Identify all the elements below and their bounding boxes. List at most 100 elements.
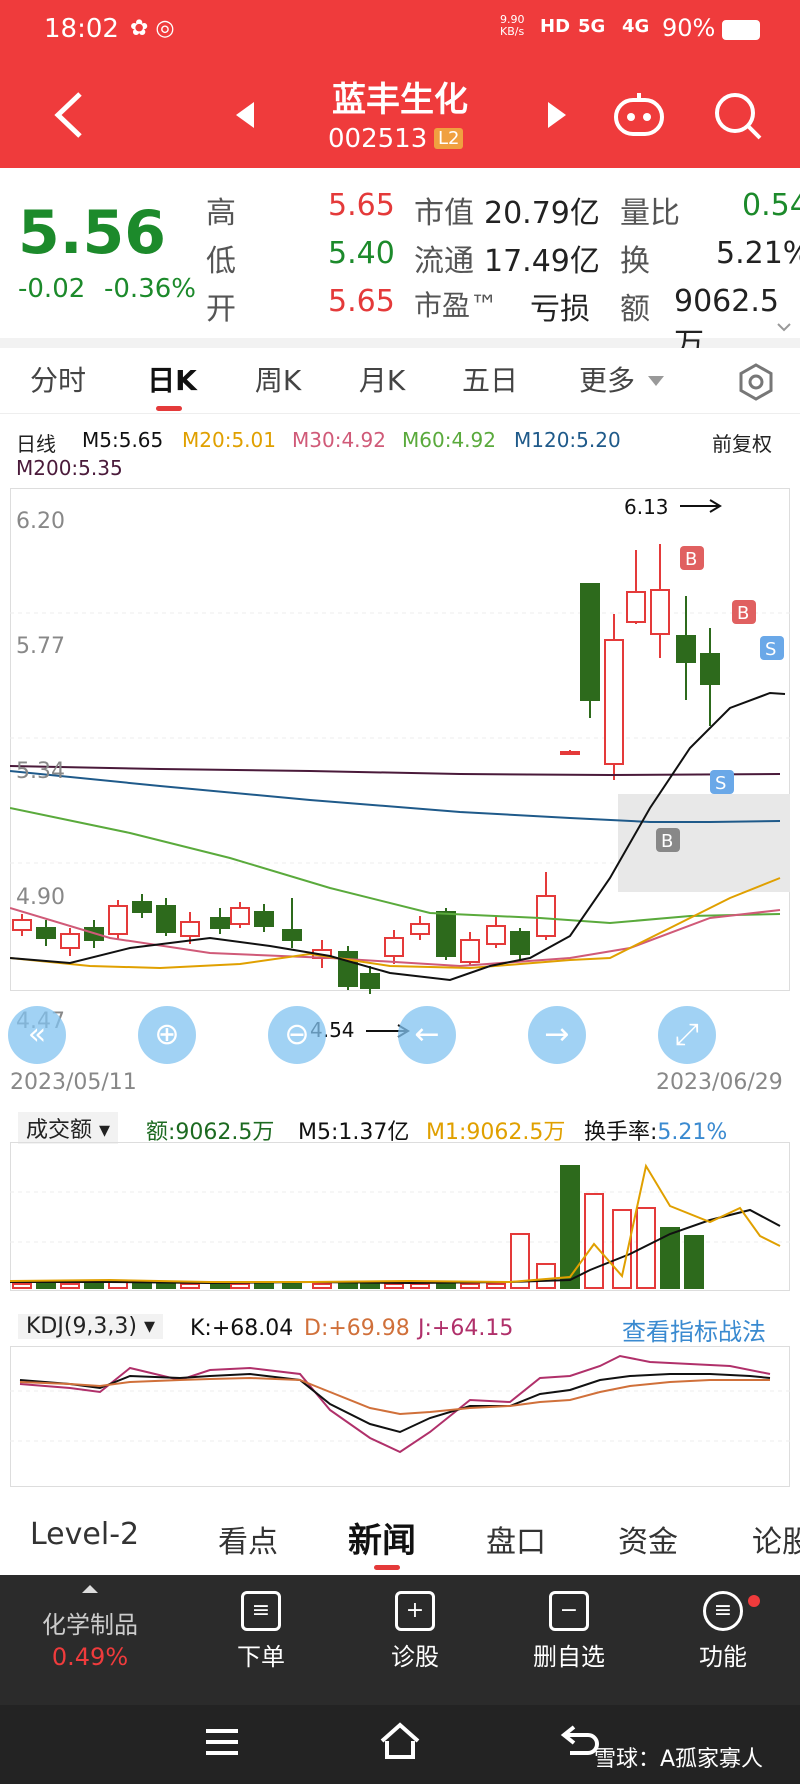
candle-body (60, 933, 80, 949)
quote-panel: 5.56 -0.02 -0.36% 高 低 开 5.65 5.40 5.65 市… (0, 168, 800, 362)
kdj-d-legend: D:+69.98 (304, 1316, 410, 1341)
max-price-label: 6.13 (624, 495, 669, 519)
function-button[interactable]: ≡ 功能 (668, 1591, 778, 1672)
expand-icon[interactable] (776, 322, 792, 332)
candle-body (650, 589, 670, 635)
prev-stock-icon[interactable] (234, 100, 256, 130)
tab-discussion[interactable]: 论股 (752, 1517, 800, 1561)
last-price: 5.56 (18, 198, 167, 268)
period-tabs: 分时 日K 周K 月K 五日 更多 (0, 348, 800, 414)
float-label: 流通 (414, 244, 474, 279)
volume-bar (84, 1283, 104, 1289)
system-nav-bar: 雪球：A孤家寡人 (0, 1705, 800, 1784)
notification-icon: ✿ ◎ (130, 16, 175, 41)
diagnose-button[interactable]: + 诊股 (360, 1591, 470, 1672)
y-tick-label: 5.77 (16, 634, 65, 659)
volume-bar (536, 1263, 556, 1289)
volume-bar (156, 1283, 176, 1289)
tab-highlights[interactable]: 看点 (218, 1517, 278, 1561)
active-content-tab-indicator (374, 1565, 400, 1570)
order-button[interactable]: ≡ 下单 (206, 1591, 316, 1672)
bottom-action-bar: 化学制品 0.49% ≡ 下单 + 诊股 − 删自选 ≡ 功能 (0, 1575, 800, 1705)
tab-five-day[interactable]: 五日 (448, 348, 532, 414)
kdj-indicator-selector[interactable]: KDJ(9,3,3) ▾ (18, 1314, 164, 1339)
candle-body (536, 895, 556, 937)
indicator-strategy-link[interactable]: 查看指标战法 (622, 1312, 766, 1347)
home-icon[interactable] (378, 1721, 422, 1761)
float-value: 17.49亿 (484, 244, 600, 279)
volume-bar (230, 1283, 250, 1289)
tab-level2[interactable]: Level-2 (30, 1517, 139, 1552)
turnover-label: 换 (620, 244, 650, 279)
next-stock-icon[interactable] (546, 100, 568, 130)
watermark-text: 雪球：A孤家寡人 (594, 1747, 764, 1772)
adjust-toggle[interactable]: 前复权 (712, 428, 772, 457)
zoom-in-icon[interactable]: ⊕ (138, 1006, 196, 1064)
candle-body (510, 931, 530, 955)
ma20-legend: M20:5.01 (182, 428, 276, 452)
zoom-out-icon[interactable]: ⊖ (268, 1006, 326, 1064)
chart-section: 日线 M5:5.65 M20:5.01 M30:4.92 M60:4.92 M1… (0, 414, 800, 1489)
mcap-label: 市值 (414, 196, 474, 231)
kdj-j-legend: J:+64.15 (418, 1316, 514, 1341)
volume-ratio-value: 0.54 (742, 188, 800, 223)
scroll-right-icon[interactable]: → (528, 1006, 586, 1064)
volume-chart[interactable] (10, 1142, 790, 1292)
kdj-chart[interactable] (10, 1346, 790, 1488)
volume-bar (636, 1207, 656, 1289)
volume-bar (384, 1283, 404, 1289)
tab-news[interactable]: 新闻 (348, 1513, 416, 1562)
price-change: -0.02 (18, 274, 86, 304)
volume-indicator-selector[interactable]: 成交额 ▾ (18, 1112, 119, 1144)
candle-body (230, 907, 250, 925)
y-tick-label: 6.20 (16, 509, 65, 534)
amount-label: 额 (620, 292, 650, 327)
robot-assistant-icon[interactable] (612, 90, 666, 140)
order-icon: ≡ (241, 1591, 281, 1631)
candle-body (410, 923, 430, 935)
kdj-d-line (19, 1376, 770, 1416)
scroll-left-far-icon[interactable]: « (8, 1006, 66, 1064)
ma200-legend: M200:5.35 (16, 456, 123, 480)
stock-code: 002513 (328, 124, 428, 154)
search-icon[interactable] (712, 90, 764, 142)
tab-funds[interactable]: 资金 (618, 1517, 678, 1561)
candle-body (254, 911, 274, 927)
candle-body (700, 653, 720, 685)
volume-bar (180, 1283, 200, 1289)
tab-more[interactable]: 更多 (572, 348, 642, 414)
dropdown-icon[interactable] (646, 374, 666, 388)
kline-chart[interactable]: 6.20 5.77 5.34 4.90 4.47 6.13 4.54 B B S… (10, 488, 790, 1040)
volume-bar (436, 1282, 456, 1289)
mcap-value: 20.79亿 (484, 196, 600, 231)
settings-icon[interactable] (736, 362, 776, 402)
ma5-legend: M5:5.65 (82, 428, 164, 452)
tab-order-book[interactable]: 盘口 (486, 1517, 546, 1561)
tab-daily-k[interactable]: 日K (130, 348, 214, 414)
back-icon[interactable] (50, 90, 86, 140)
tab-weekly-k[interactable]: 周K (236, 348, 320, 414)
end-date: 2023/06/29 (656, 1070, 783, 1095)
scroll-left-icon[interactable]: ← (398, 1006, 456, 1064)
sector-name[interactable]: 化学制品 (20, 1605, 160, 1640)
menu-icon[interactable] (204, 1727, 240, 1757)
volume-bar (12, 1283, 32, 1289)
selection-highlight (618, 794, 790, 892)
y-tick-label: 4.90 (16, 885, 65, 910)
candle-body (560, 751, 580, 755)
remove-watchlist-button[interactable]: − 删自选 (514, 1591, 624, 1672)
expand-up-icon[interactable] (80, 1583, 100, 1595)
stock-name: 蓝丰生化 (332, 80, 468, 120)
buy-marker: B (661, 831, 673, 852)
kdj-k-legend: K:+68.04 (190, 1316, 294, 1341)
turnover-value: 5.21% (716, 236, 800, 271)
diagnose-icon: + (395, 1591, 435, 1631)
volume-bar (60, 1283, 80, 1289)
active-tab-indicator (156, 406, 182, 411)
tab-intraday[interactable]: 分时 (16, 348, 100, 414)
tab-monthly-k[interactable]: 月K (340, 348, 424, 414)
ma60-legend: M60:4.92 (402, 428, 496, 452)
buy-marker: B (737, 603, 749, 624)
volume-bar (210, 1283, 230, 1289)
fullscreen-icon[interactable]: ⤢ (658, 1006, 716, 1064)
